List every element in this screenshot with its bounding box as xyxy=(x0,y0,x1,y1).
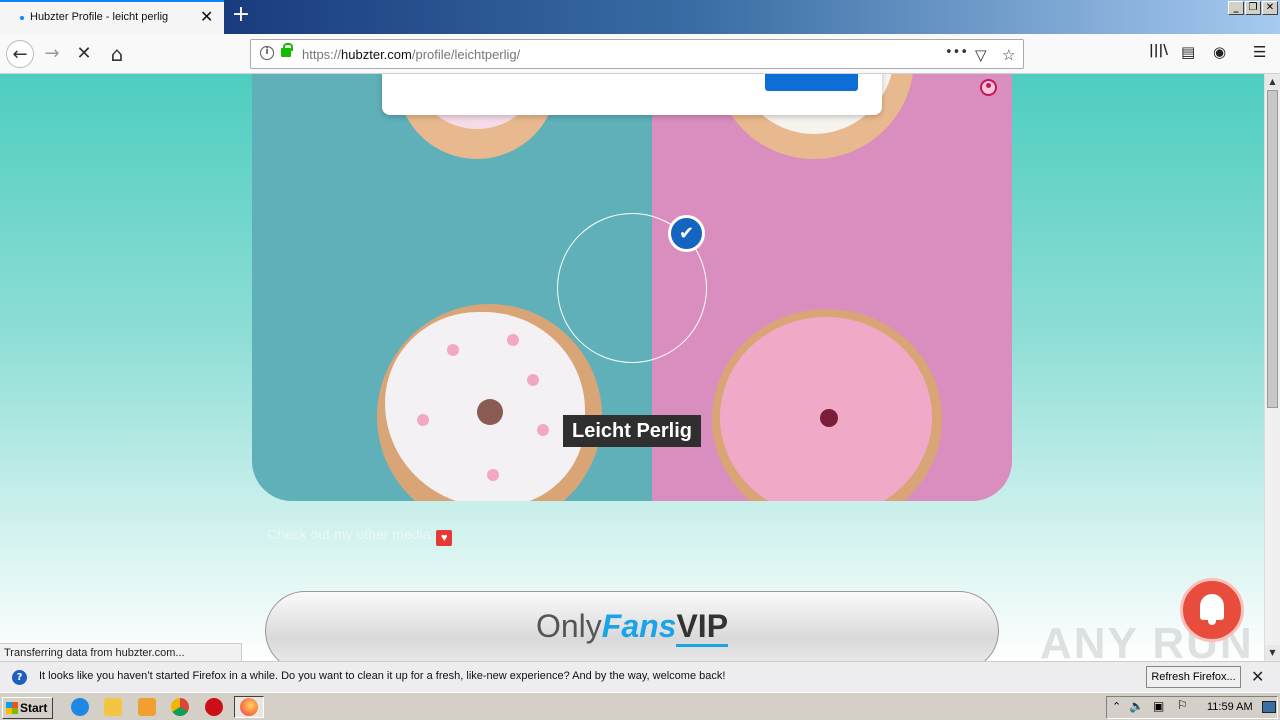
tray-expand-icon[interactable]: ⌃ xyxy=(1112,700,1121,713)
notification-bell-button[interactable] xyxy=(1180,578,1244,642)
page-actions-icon[interactable]: ••• xyxy=(945,45,968,60)
tab-title: Hubzter Profile - leicht perlig xyxy=(30,11,169,23)
question-icon: ? xyxy=(12,670,27,685)
minimize-button[interactable]: _ xyxy=(1228,1,1244,15)
ie-icon[interactable] xyxy=(71,698,89,716)
onlyfans-logo: OnlyFansVIP xyxy=(266,606,998,647)
notification-bar: ? It looks like you haven’t started Fire… xyxy=(0,661,1280,692)
network-icon[interactable]: ▣ xyxy=(1153,699,1164,713)
bell-icon xyxy=(1200,594,1224,625)
restore-button[interactable]: ❐ xyxy=(1245,1,1261,15)
notification-message: It looks like you haven’t started Firefo… xyxy=(39,670,726,682)
other-media-text: Check out my other media ♥ xyxy=(267,526,453,546)
taskbar: Start ⌃ 🔈 ▣ ⚐ 11:59 AM xyxy=(0,692,1280,720)
notification-close-icon[interactable]: ✕ xyxy=(1251,667,1264,686)
navigation-bar: ← → ✕ ⌂ i https://hubzter.com/profile/le… xyxy=(0,34,1280,74)
page-scrollbar[interactable]: ▲ ▼ xyxy=(1264,74,1280,661)
heart-icon: ♥ xyxy=(436,530,453,546)
forward-button[interactable]: → xyxy=(38,40,66,68)
profile-name: Leicht Perlig xyxy=(563,415,701,447)
tab-hubzter-profile[interactable]: Hubzter Profile - leicht perlig ✕ xyxy=(0,0,224,34)
scroll-up-icon[interactable]: ▲ xyxy=(1265,74,1280,89)
new-tab-button[interactable]: + xyxy=(230,4,252,28)
tab-close-icon[interactable]: ✕ xyxy=(200,9,213,25)
bookmark-star-icon[interactable]: ☆ xyxy=(1002,46,1015,64)
account-icon[interactable]: ◉ xyxy=(1213,43,1226,61)
verified-badge-icon: ✔ xyxy=(668,215,705,252)
site-info-icon[interactable]: i xyxy=(260,46,274,60)
refresh-firefox-button[interactable]: Refresh Firefox... xyxy=(1146,666,1241,688)
page-content: ✔ Leicht Perlig Check out my other media… xyxy=(0,74,1264,661)
explorer-icon[interactable] xyxy=(104,698,122,716)
show-desktop-icon[interactable] xyxy=(1262,701,1276,713)
scrollbar-thumb[interactable] xyxy=(1267,90,1278,408)
chrome-icon[interactable] xyxy=(171,698,189,716)
popup-dialog xyxy=(382,74,882,115)
pocket-icon[interactable]: ▽ xyxy=(975,46,987,64)
tab-loading-indicator xyxy=(20,16,24,20)
firefox-taskbar-button[interactable] xyxy=(234,696,264,718)
volume-icon[interactable]: 🔈 xyxy=(1129,699,1144,713)
url-text[interactable]: https://hubzter.com/profile/leichtperlig… xyxy=(302,47,520,62)
library-icon[interactable]: |||\ xyxy=(1149,43,1168,58)
stop-button[interactable]: ✕ xyxy=(70,40,98,68)
firefox-icon xyxy=(240,698,258,716)
user-profile-icon[interactable] xyxy=(980,79,997,96)
address-bar[interactable]: i https://hubzter.com/profile/leichtperl… xyxy=(250,39,1024,69)
other-media-label: Check out my other media xyxy=(267,526,431,542)
opera-icon[interactable] xyxy=(205,698,223,716)
status-text: Transferring data from hubzter.com... xyxy=(0,643,242,663)
system-tray: ⌃ 🔈 ▣ ⚐ 11:59 AM xyxy=(1106,696,1278,719)
menu-icon[interactable]: ☰ xyxy=(1253,43,1266,61)
flag-icon[interactable]: ⚐ xyxy=(1177,698,1188,712)
onlyfans-vip-button[interactable]: OnlyFansVIP xyxy=(265,591,999,661)
secure-lock-icon[interactable] xyxy=(281,43,293,57)
scroll-down-icon[interactable]: ▼ xyxy=(1265,645,1280,660)
clock[interactable]: 11:59 AM xyxy=(1207,701,1253,713)
sidebar-icon[interactable]: ▤ xyxy=(1181,43,1195,61)
home-button[interactable]: ⌂ xyxy=(103,40,131,68)
popup-action-button[interactable] xyxy=(765,74,858,91)
start-button[interactable]: Start xyxy=(2,697,53,719)
media-player-icon[interactable] xyxy=(138,698,156,716)
close-window-button[interactable]: ✕ xyxy=(1262,1,1278,15)
back-button[interactable]: ← xyxy=(6,40,34,68)
